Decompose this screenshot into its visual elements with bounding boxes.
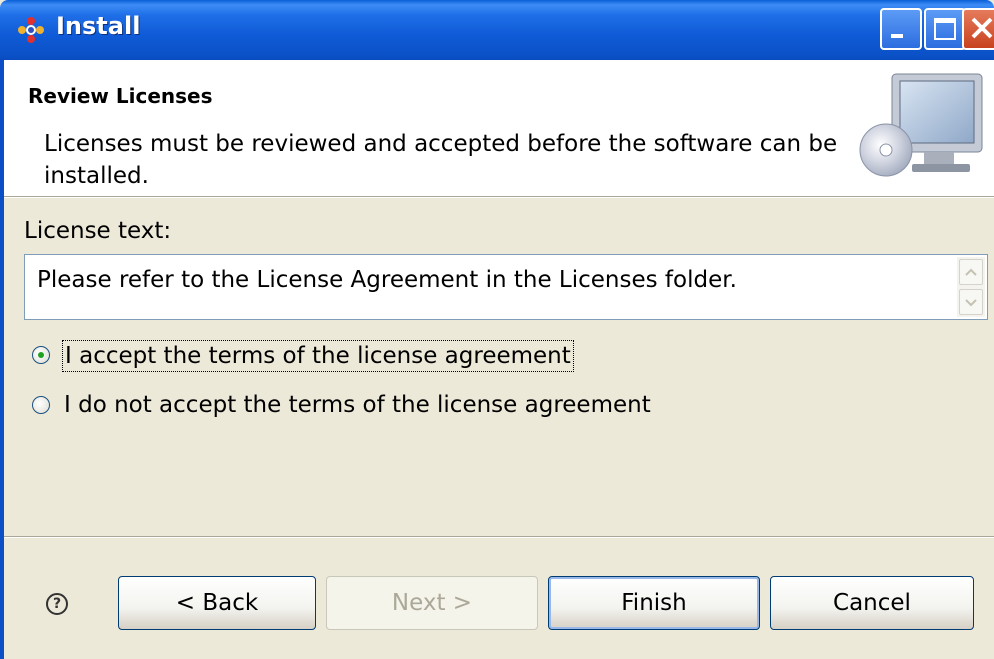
computer-with-cd-icon (859, 73, 983, 177)
scroll-down-button[interactable] (959, 289, 983, 315)
minimize-icon (891, 34, 903, 38)
back-button[interactable]: < Back (118, 576, 316, 630)
next-button[interactable]: Next > (326, 576, 538, 630)
license-text-label: License text: (24, 218, 171, 244)
window-title: Install (56, 12, 141, 40)
radio-button-selected[interactable] (32, 346, 50, 364)
title-bar[interactable]: Install (0, 0, 994, 60)
radio-button-unselected[interactable] (32, 396, 50, 414)
page-title: Review Licenses (28, 84, 213, 108)
chevron-down-icon (965, 299, 977, 307)
accept-license-label[interactable]: I accept the terms of the license agreem… (62, 340, 574, 372)
license-text-label-text: License text: (24, 218, 172, 244)
page-description: Licenses must be reviewed and accepted b… (44, 131, 838, 189)
install-wizard-icon (18, 17, 44, 43)
maximize-button[interactable] (924, 8, 966, 50)
help-icon[interactable]: ? (46, 593, 68, 615)
radio-dot (38, 352, 44, 358)
decline-license-label[interactable]: I do not accept the terms of the license… (64, 390, 651, 420)
license-text-content: Please refer to the License Agreement in… (37, 267, 737, 293)
finish-button[interactable]: Finish (548, 576, 760, 630)
install-dialog: Install Review Licenses Licenses must be… (0, 0, 994, 659)
cancel-button[interactable]: Cancel (770, 576, 974, 630)
minimize-button[interactable] (880, 8, 922, 50)
chevron-up-icon (965, 268, 977, 276)
close-button[interactable] (962, 8, 994, 50)
close-icon (971, 17, 993, 39)
maximize-icon (934, 18, 956, 40)
license-text-area[interactable]: Please refer to the License Agreement in… (24, 254, 988, 320)
scroll-up-button[interactable] (959, 259, 983, 285)
license-scrollbar[interactable] (957, 257, 985, 317)
